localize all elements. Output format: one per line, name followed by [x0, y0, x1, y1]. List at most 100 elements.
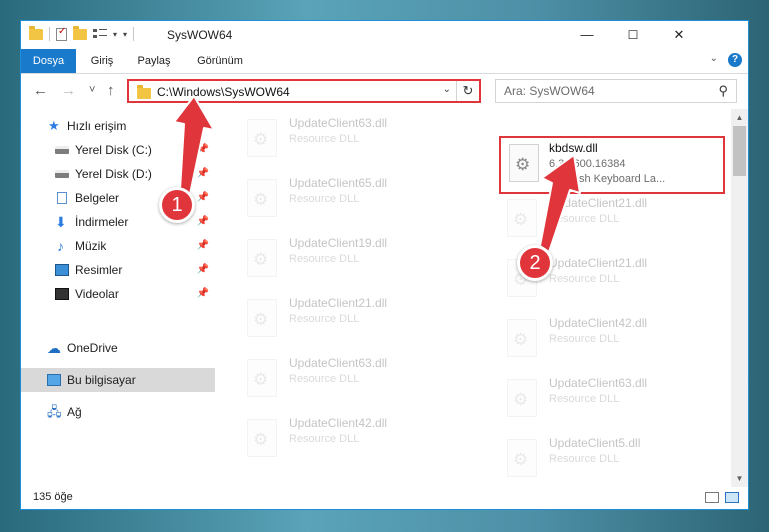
- help-icon[interactable]: ?: [728, 53, 742, 67]
- documents-icon: [57, 192, 67, 204]
- up-button[interactable]: ↑: [107, 82, 115, 99]
- dll-file-icon: [247, 179, 277, 217]
- dll-file-icon: [247, 299, 277, 337]
- ribbon-tabs: Dosya Giriş Paylaş Görünüm ⌄ ?: [21, 49, 748, 74]
- tab-home[interactable]: Giriş: [79, 49, 125, 73]
- file-name: UpdateClient21.dll: [549, 256, 648, 270]
- list-item[interactable]: UpdateClient21.dll Resource DLL: [239, 293, 465, 349]
- navigation-pane: ★ Hızlı erişim Yerel Disk (C:) 📌 Yerel D…: [21, 109, 215, 487]
- status-bar: 135 öğe: [21, 487, 748, 509]
- file-name: UpdateClient21.dll: [549, 196, 648, 210]
- pin-icon[interactable]: 📌: [197, 138, 209, 162]
- file-type: Resource DLL: [549, 213, 620, 225]
- pin-icon[interactable]: 📌: [197, 258, 209, 282]
- list-item[interactable]: UpdateClient63.dll Resource DLL: [239, 113, 465, 169]
- search-input[interactable]: Ara: SysWOW64: [504, 84, 595, 98]
- file-version: 6.3.9600.16384: [549, 158, 626, 170]
- search-box[interactable]: Ara: SysWOW64 ⚲: [495, 79, 737, 103]
- file-type: Resource DLL: [289, 433, 360, 445]
- dll-file-icon: [507, 199, 537, 237]
- file-type: Resource DLL: [549, 453, 620, 465]
- pin-icon[interactable]: 📌: [197, 282, 209, 306]
- file-type: Resource DLL: [289, 373, 360, 385]
- refresh-button[interactable]: ↻: [456, 81, 479, 101]
- kbdsw-dll-item[interactable]: kbdsw.dll 6.3.9600.16384 Swedish Keyboar…: [499, 136, 725, 194]
- drive-icon: [55, 170, 69, 178]
- chevron-down-icon[interactable]: ⌄: [443, 84, 451, 95]
- sidebar-item-this-pc[interactable]: Bu bilgisayar: [21, 368, 215, 392]
- file-list: UpdateClient63.dll Resource DLL UpdateCl…: [217, 109, 731, 487]
- properties-icon[interactable]: [56, 26, 67, 41]
- pin-icon[interactable]: 📌: [197, 234, 209, 258]
- vertical-scrollbar[interactable]: ▲ ▼: [731, 109, 748, 487]
- dll-file-icon: [507, 379, 537, 417]
- close-button[interactable]: ✕: [656, 21, 702, 49]
- list-item[interactable]: UpdateClient42.dll Resource DLL: [499, 313, 725, 369]
- sidebar-item-local-disk-d[interactable]: Yerel Disk (D:) 📌: [21, 162, 215, 186]
- sidebar-item-label: Yerel Disk (C:): [75, 143, 152, 157]
- tab-share[interactable]: Paylaş: [129, 49, 179, 73]
- sidebar-item-label: Hızlı erişim: [67, 119, 127, 133]
- address-path[interactable]: C:\Windows\SysWOW64: [157, 85, 290, 99]
- list-item[interactable]: UpdateClient63.dll Resource DLL: [239, 353, 465, 409]
- recent-locations-button[interactable]: ˅: [89, 84, 95, 96]
- address-bar[interactable]: C:\Windows\SysWOW64 ⌄ ↻: [127, 79, 481, 103]
- list-item[interactable]: UpdateClient42.dll Resource DLL: [239, 413, 465, 469]
- dll-file-icon: [247, 119, 277, 157]
- list-item[interactable]: UpdateClient63.dll Resource DLL: [499, 373, 725, 429]
- details-view-icon[interactable]: [705, 492, 719, 503]
- tab-file[interactable]: Dosya: [21, 49, 76, 73]
- pin-icon[interactable]: 📌: [197, 162, 209, 186]
- sidebar-item-local-disk-c[interactable]: Yerel Disk (C:) 📌: [21, 138, 215, 162]
- file-name: UpdateClient65.dll: [289, 176, 388, 190]
- sidebar-item-label: Videolar: [75, 287, 119, 301]
- sidebar-item-label: Müzik: [75, 239, 107, 253]
- file-name: UpdateClient5.dll: [549, 436, 641, 450]
- minimize-button[interactable]: —: [564, 21, 610, 49]
- expand-ribbon-icon[interactable]: ⌄: [710, 53, 718, 64]
- drive-icon: [55, 146, 69, 154]
- download-icon: ⬇: [55, 214, 67, 230]
- search-icon[interactable]: ⚲: [718, 83, 728, 99]
- pin-icon[interactable]: 📌: [197, 186, 209, 210]
- file-type: Resource DLL: [549, 333, 620, 345]
- tab-view[interactable]: Görünüm: [189, 49, 251, 73]
- customize-toolbar-icon[interactable]: ▾: [123, 30, 127, 39]
- new-folder-icon[interactable]: [73, 25, 87, 40]
- title-bar: ▾ ▾ SysWOW64 — ☐ ✕: [21, 21, 748, 49]
- file-name: UpdateClient63.dll: [289, 356, 388, 370]
- toolbar-separator: [133, 27, 135, 41]
- item-count: 135 öğe: [33, 491, 73, 503]
- chevron-down-icon[interactable]: ▾: [113, 30, 117, 39]
- back-button[interactable]: ←: [33, 82, 48, 99]
- navigation-bar: ← → ˅ ↑ C:\Windows\SysWOW64 ⌄ ↻ Ara: Sys…: [21, 74, 748, 108]
- forward-button[interactable]: →: [61, 82, 76, 99]
- view-options-icon[interactable]: [93, 28, 107, 40]
- sidebar-item-quick-access[interactable]: ★ Hızlı erişim: [21, 114, 215, 138]
- file-type: Resource DLL: [289, 133, 360, 145]
- music-icon: ♪: [57, 238, 64, 254]
- sidebar-item-label: Ağ: [67, 405, 82, 419]
- sidebar-item-videos[interactable]: Videolar 📌: [21, 282, 215, 306]
- window-title: SysWOW64: [167, 28, 233, 42]
- file-name: UpdateClient19.dll: [289, 236, 388, 250]
- sidebar-item-onedrive[interactable]: ☁ OneDrive: [21, 336, 215, 360]
- sidebar-item-network[interactable]: 🖧 Ağ: [21, 400, 215, 424]
- maximize-button[interactable]: ☐: [610, 21, 656, 49]
- sidebar-item-music[interactable]: ♪ Müzik 📌: [21, 234, 215, 258]
- sidebar-item-pictures[interactable]: Resimler 📌: [21, 258, 215, 282]
- list-item[interactable]: UpdateClient65.dll Resource DLL: [239, 173, 465, 229]
- list-item[interactable]: UpdateClient21.dll Resource DLL: [499, 193, 725, 249]
- scroll-up-icon[interactable]: ▲: [731, 109, 748, 126]
- folder-icon: [137, 85, 151, 99]
- star-icon: ★: [48, 118, 60, 133]
- list-item[interactable]: UpdateClient5.dll Resource DLL: [499, 433, 725, 487]
- large-icons-view-icon[interactable]: [725, 492, 739, 503]
- scroll-thumb[interactable]: [733, 126, 746, 176]
- pin-icon[interactable]: 📌: [197, 210, 209, 234]
- scroll-down-icon[interactable]: ▼: [731, 470, 748, 487]
- file-type: Resource DLL: [289, 313, 360, 325]
- file-name: kbdsw.dll: [549, 141, 598, 155]
- list-item[interactable]: UpdateClient19.dll Resource DLL: [239, 233, 465, 289]
- sidebar-item-label: Yerel Disk (D:): [75, 167, 152, 181]
